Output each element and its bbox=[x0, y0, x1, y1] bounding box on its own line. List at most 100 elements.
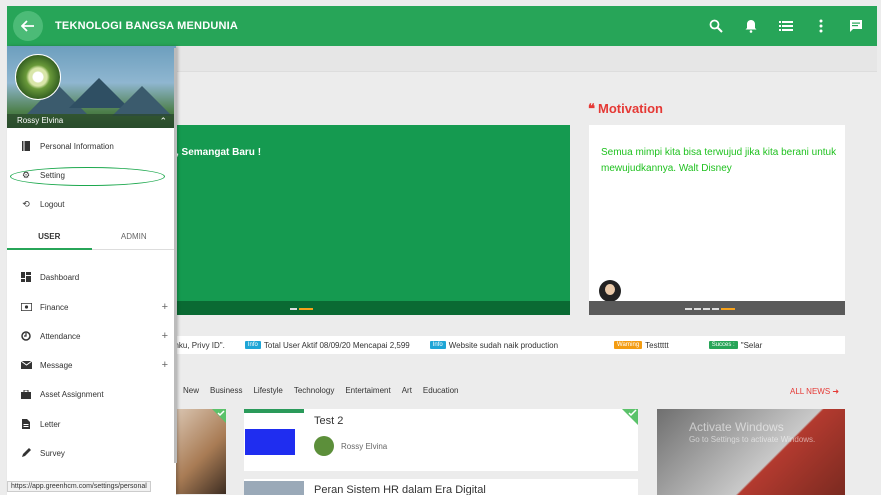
money-icon bbox=[19, 303, 33, 311]
highlight-oval bbox=[10, 167, 165, 186]
all-news-label: ALL NEWS bbox=[790, 387, 831, 396]
category-lifestyle[interactable]: Lifestyle bbox=[253, 386, 282, 395]
ticker-item: anku, Privy ID". bbox=[170, 341, 225, 350]
arrow-left-icon bbox=[21, 20, 34, 32]
news-card[interactable]: Peran Sistem HR dalam Era Digital bbox=[244, 479, 638, 495]
quote-icon: ❝ bbox=[588, 101, 595, 116]
chat-icon[interactable] bbox=[847, 17, 865, 35]
motivation-quote: Semua mimpi kita bisa terwujud jika kita… bbox=[601, 147, 837, 174]
avatar bbox=[314, 436, 334, 456]
app-title: TEKNOLOGI BANGSA MENDUNIA bbox=[55, 20, 239, 32]
check-icon bbox=[622, 409, 638, 425]
info-badge: Info bbox=[429, 341, 446, 349]
slider-footer bbox=[170, 301, 570, 315]
dashboard-icon bbox=[19, 272, 33, 282]
back-button[interactable] bbox=[13, 11, 43, 41]
ticker-item: Warning Testtttt bbox=[614, 341, 669, 350]
profile-header: Rossy Elvina ⌃ bbox=[7, 46, 176, 128]
motivation-footer bbox=[589, 301, 845, 315]
greeting-text: , Semangat Baru ! bbox=[176, 147, 262, 158]
arrow-right-icon: ➜ bbox=[832, 387, 840, 396]
category-entertaiment[interactable]: Entertaiment bbox=[345, 386, 390, 395]
category-business[interactable]: Business bbox=[210, 386, 242, 395]
ticker-item: Info Website sudah naik production bbox=[429, 340, 559, 350]
user-name: Rossy Elvina bbox=[17, 116, 64, 125]
bell-icon[interactable] bbox=[742, 17, 760, 35]
sidebar-item-label: Message bbox=[40, 360, 73, 370]
tab-admin[interactable]: ADMIN bbox=[91, 224, 176, 250]
sidebar-item-label: Asset Assignment bbox=[40, 389, 104, 399]
sidebar-item-message[interactable]: Message + bbox=[7, 355, 176, 375]
slider-dots[interactable] bbox=[290, 308, 313, 310]
menu-personal-information[interactable]: Personal Information bbox=[7, 136, 176, 156]
ticker-item: Info Total User Aktif 08/09/20 Mencapai 2… bbox=[244, 340, 410, 350]
news-image[interactable] bbox=[176, 409, 226, 494]
document-icon bbox=[19, 419, 33, 429]
ticker-text: "Selar bbox=[740, 340, 763, 350]
search-icon[interactable] bbox=[707, 17, 725, 35]
sidebar-item-attendance[interactable]: Attendance + bbox=[7, 326, 176, 346]
news-ticker: anku, Privy ID". Info Total User Aktif 08… bbox=[170, 336, 845, 354]
status-bar-url: https://app.greenhcm.com/settings/person… bbox=[7, 481, 151, 492]
ticker-text: Testtttt bbox=[645, 340, 669, 350]
sidebar-item-letter[interactable]: Letter bbox=[7, 414, 176, 434]
ticker-item: Succes : "Selar bbox=[708, 340, 763, 350]
sidebar-item-finance[interactable]: Finance + bbox=[7, 297, 176, 317]
motivation-title: Motivation bbox=[598, 101, 663, 116]
menu-label: Logout bbox=[40, 199, 65, 209]
sidebar-item-asset-assignment[interactable]: Asset Assignment bbox=[7, 384, 176, 404]
tab-user[interactable]: USER bbox=[7, 224, 92, 250]
motivation-heading: ❝ Motivation bbox=[588, 101, 663, 117]
all-news-link[interactable]: ALL NEWS ➜ bbox=[790, 387, 839, 396]
list-icon[interactable] bbox=[777, 17, 795, 35]
info-badge: Info bbox=[244, 341, 261, 349]
sidebar-scrollbar[interactable] bbox=[174, 48, 177, 463]
check-icon bbox=[212, 409, 226, 423]
sidebar-item-dashboard[interactable]: Dashboard bbox=[7, 267, 176, 287]
announcement-slider[interactable]: , Semangat Baru ! bbox=[170, 125, 570, 315]
menu-label: Personal Information bbox=[40, 141, 114, 151]
author-avatar bbox=[599, 280, 621, 302]
category-education[interactable]: Education bbox=[423, 386, 459, 395]
news-title: Test 2 bbox=[314, 415, 344, 427]
watermark-title: Activate Windows bbox=[689, 420, 784, 434]
category-new[interactable]: New bbox=[183, 386, 199, 395]
sidebar-item-label: Dashboard bbox=[40, 272, 80, 282]
clock-icon bbox=[19, 331, 33, 341]
news-image[interactable]: Activate Windows Go to Settings to activ… bbox=[657, 409, 845, 495]
sidebar-item-label: Letter bbox=[40, 419, 61, 429]
news-categories: New Business Lifestyle Technology Entert… bbox=[183, 386, 459, 395]
ticker-text: anku, Privy ID". bbox=[170, 340, 225, 350]
motivation-dots[interactable] bbox=[685, 308, 735, 310]
more-vert-icon[interactable] bbox=[812, 17, 830, 35]
sidebar-item-survey[interactable]: Survey bbox=[7, 443, 176, 463]
expand-icon[interactable]: + bbox=[162, 359, 168, 371]
ticker-text: Website sudah naik production bbox=[448, 340, 559, 350]
category-art[interactable]: Art bbox=[402, 386, 412, 395]
expand-icon[interactable]: + bbox=[162, 330, 168, 342]
category-technology[interactable]: Technology bbox=[294, 386, 334, 395]
sidebar-item-label: Finance bbox=[40, 302, 69, 312]
sidebar-item-label: Survey bbox=[40, 448, 65, 458]
book-icon bbox=[19, 141, 33, 151]
author-name: Rossy Elvina bbox=[341, 441, 388, 451]
mail-icon bbox=[19, 361, 33, 369]
sidebar-item-label: Attendance bbox=[40, 331, 81, 341]
chevron-up-icon: ⌃ bbox=[159, 116, 167, 126]
news-card[interactable]: Test 2 Rossy Elvina bbox=[244, 409, 638, 471]
profile-name-bar[interactable]: Rossy Elvina ⌃ bbox=[7, 114, 176, 128]
motivation-card: Semua mimpi kita bisa terwujud jika kita… bbox=[589, 125, 845, 315]
avatar[interactable] bbox=[15, 54, 61, 100]
warning-badge: Warning bbox=[614, 341, 643, 349]
expand-icon[interactable]: + bbox=[162, 301, 168, 313]
top-app-bar: TEKNOLOGI BANGSA MENDUNIA bbox=[7, 6, 877, 46]
ticker-text: Total User Aktif 08/09/20 Mencapai 2,599 bbox=[263, 340, 410, 350]
news-thumbnail bbox=[244, 409, 304, 471]
pencil-icon bbox=[19, 448, 33, 458]
menu-logout[interactable]: ⟲ Logout bbox=[7, 194, 176, 214]
sidebar-tabs: USER ADMIN bbox=[7, 224, 176, 250]
watermark-subtitle: Go to Settings to activate Windows. bbox=[689, 435, 816, 444]
history-icon: ⟲ bbox=[22, 198, 30, 209]
news-thumbnail bbox=[244, 481, 304, 495]
briefcase-icon bbox=[19, 389, 33, 399]
